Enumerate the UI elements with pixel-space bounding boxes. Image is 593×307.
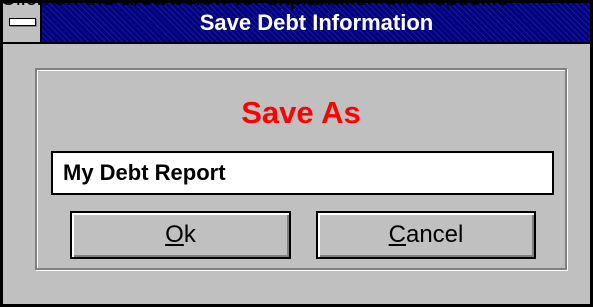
help-caption: Click on the area below for explanation … [0, 0, 593, 10]
cancel-button[interactable]: Cancel [316, 211, 536, 259]
cancel-label-rest: ancel [405, 221, 464, 248]
ok-mnemonic: O [165, 221, 184, 248]
ok-label-rest: k [183, 221, 196, 248]
ok-button[interactable]: Ok [70, 211, 291, 259]
cancel-mnemonic: C [388, 221, 406, 248]
save-debt-dialog: Save Debt Information Save As Ok Cancel [0, 0, 593, 307]
system-menu-bar [9, 18, 36, 26]
filename-input[interactable] [51, 151, 554, 195]
save-as-heading: Save As [241, 95, 361, 130]
